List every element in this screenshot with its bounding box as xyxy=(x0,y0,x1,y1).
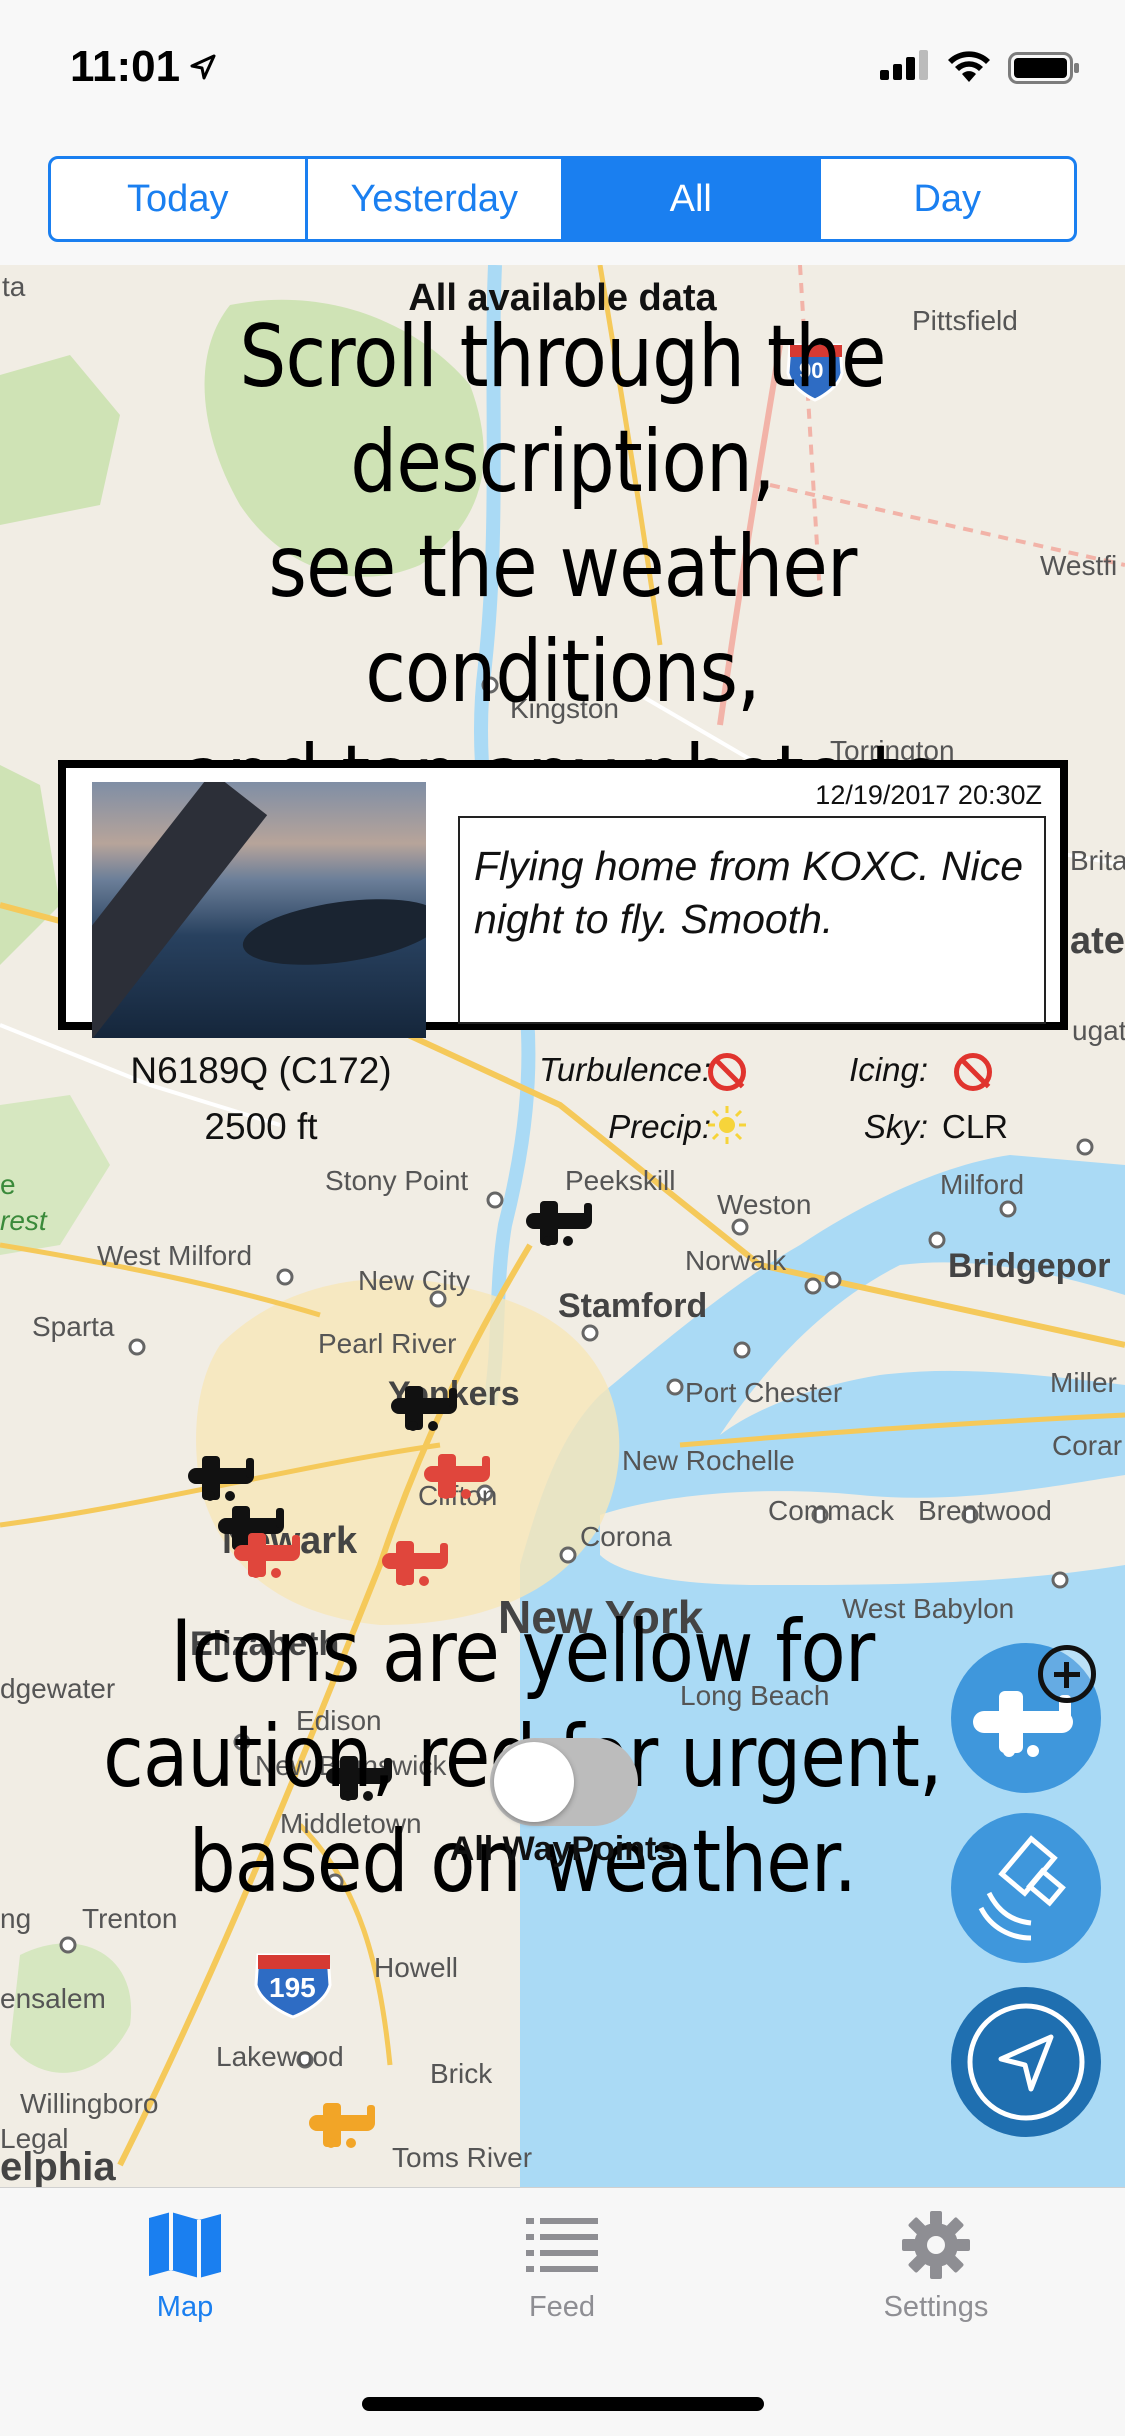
battery-icon xyxy=(1008,52,1079,84)
cellular-signal-icon xyxy=(880,50,928,80)
plane-marker-red[interactable] xyxy=(376,1535,456,1591)
icing-label: Icing: xyxy=(849,1051,928,1088)
map-label: Stamford xyxy=(558,1287,708,1325)
map-label: West Milford xyxy=(97,1240,253,1271)
tab-map[interactable]: Map xyxy=(55,2210,315,2324)
flight-photo[interactable] xyxy=(92,782,426,1038)
plane-marker-yellow[interactable] xyxy=(303,2097,383,2153)
segment-all[interactable]: All xyxy=(564,159,821,239)
map-label: Norwalk xyxy=(685,1245,787,1276)
tab-map-label: Map xyxy=(156,2291,214,2323)
flight-description[interactable]: Flying home from KOXC. Nice night to fly… xyxy=(458,816,1046,1024)
turbulence-no-icon xyxy=(708,1053,746,1091)
map-icon xyxy=(149,2212,221,2278)
map-label: ate xyxy=(1070,920,1125,962)
map-label: Miller xyxy=(1050,1367,1117,1398)
location-arrow-icon xyxy=(967,2003,1085,2121)
map-label: Lakewood xyxy=(216,2041,344,2072)
sun-icon xyxy=(708,1106,746,1144)
map-label: elphia xyxy=(0,2145,116,2187)
map-label: Stony Point xyxy=(325,1165,469,1196)
map-label: ng xyxy=(0,1903,32,1934)
tab-feed-label: Feed xyxy=(528,2291,596,2323)
precip-label: Precip: xyxy=(608,1108,711,1145)
map-label: Corona xyxy=(580,1521,672,1552)
map-label: ensalem xyxy=(0,1983,106,2014)
date-filter-bar: Today Yesterday All Day xyxy=(0,140,1125,265)
map-label: Toms River xyxy=(392,2142,533,2173)
map-label: Brita xyxy=(1070,845,1125,876)
tab-settings[interactable]: Settings xyxy=(806,2210,1066,2324)
map-label: rest xyxy=(0,1205,47,1236)
all-waypoints-toggle[interactable] xyxy=(490,1738,638,1826)
map-label: Corar xyxy=(1052,1430,1123,1461)
locate-me-button[interactable] xyxy=(951,1987,1101,2137)
map-view[interactable]: ta Pittsfield Westfi Kingston Torrington… xyxy=(0,265,1125,2187)
overlay-line: Scroll through the description, xyxy=(239,307,886,512)
map-label: Howell xyxy=(374,1952,459,1983)
segment-today[interactable]: Today xyxy=(51,159,308,239)
flight-detail-card[interactable]: 12/19/2017 20:30Z Flying home from KOXC.… xyxy=(58,760,1068,1147)
date-filter-segmented-control: Today Yesterday All Day xyxy=(48,156,1077,242)
flight-timestamp: 12/19/2017 20:30Z xyxy=(815,780,1042,810)
flight-altitude: 2500 ft xyxy=(204,1106,318,1147)
status-time: 11:01 xyxy=(70,42,181,91)
map-label: Sparta xyxy=(32,1311,115,1342)
tab-feed[interactable]: Feed xyxy=(432,2210,692,2324)
toggle-knob xyxy=(494,1742,574,1822)
home-indicator xyxy=(362,2397,764,2411)
status-bar: 11:01 xyxy=(0,0,1125,140)
sky-label: Sky: xyxy=(863,1108,928,1145)
wifi-icon xyxy=(948,51,990,82)
plane-marker-black[interactable] xyxy=(385,1380,465,1436)
overlay-line: see the weather conditions, xyxy=(268,516,857,722)
aircraft-registration: N6189Q (C172) xyxy=(130,1050,392,1091)
plus-icon xyxy=(1038,1645,1096,1703)
map-label: e xyxy=(0,1169,16,1200)
map-label: Westfi xyxy=(1040,550,1118,581)
map-label: Willingboro xyxy=(20,2088,159,2119)
plane-marker-black[interactable] xyxy=(520,1195,600,1251)
icing-no-icon xyxy=(954,1053,992,1091)
map-label: Bridgepor xyxy=(948,1247,1111,1285)
gear-icon xyxy=(902,2211,970,2279)
segment-yesterday[interactable]: Yesterday xyxy=(308,159,564,239)
map-label: Brentwood xyxy=(918,1495,1052,1526)
plane-marker-black[interactable] xyxy=(182,1450,262,1506)
map-label: New Rochelle xyxy=(622,1445,795,1476)
tab-settings-label: Settings xyxy=(883,2291,989,2323)
plane-marker-red[interactable] xyxy=(228,1527,308,1583)
map-label: ugat xyxy=(1072,1015,1125,1046)
map-label: Brick xyxy=(430,2058,493,2089)
map-label: Milford xyxy=(940,1169,1025,1200)
interstate-195-label: 195 xyxy=(269,1972,316,2003)
map-label: Peekskill xyxy=(565,1165,676,1196)
all-waypoints-label: All WayPoints xyxy=(449,1830,676,1868)
segment-day[interactable]: Day xyxy=(821,159,1075,239)
map-label: New City xyxy=(358,1265,471,1296)
sky-value: CLR xyxy=(942,1108,1009,1145)
map-label: Pearl River xyxy=(318,1328,457,1359)
location-arrow-icon xyxy=(190,54,216,80)
turbulence-label: Turbulence: xyxy=(539,1051,711,1088)
map-label: Commack xyxy=(768,1495,895,1526)
plane-marker-red[interactable] xyxy=(418,1448,498,1504)
map-label: Port Chester xyxy=(685,1377,843,1408)
overlay-line: Icons are yellow for xyxy=(170,1602,876,1702)
list-icon xyxy=(526,2218,598,2272)
map-label: Weston xyxy=(717,1189,812,1220)
